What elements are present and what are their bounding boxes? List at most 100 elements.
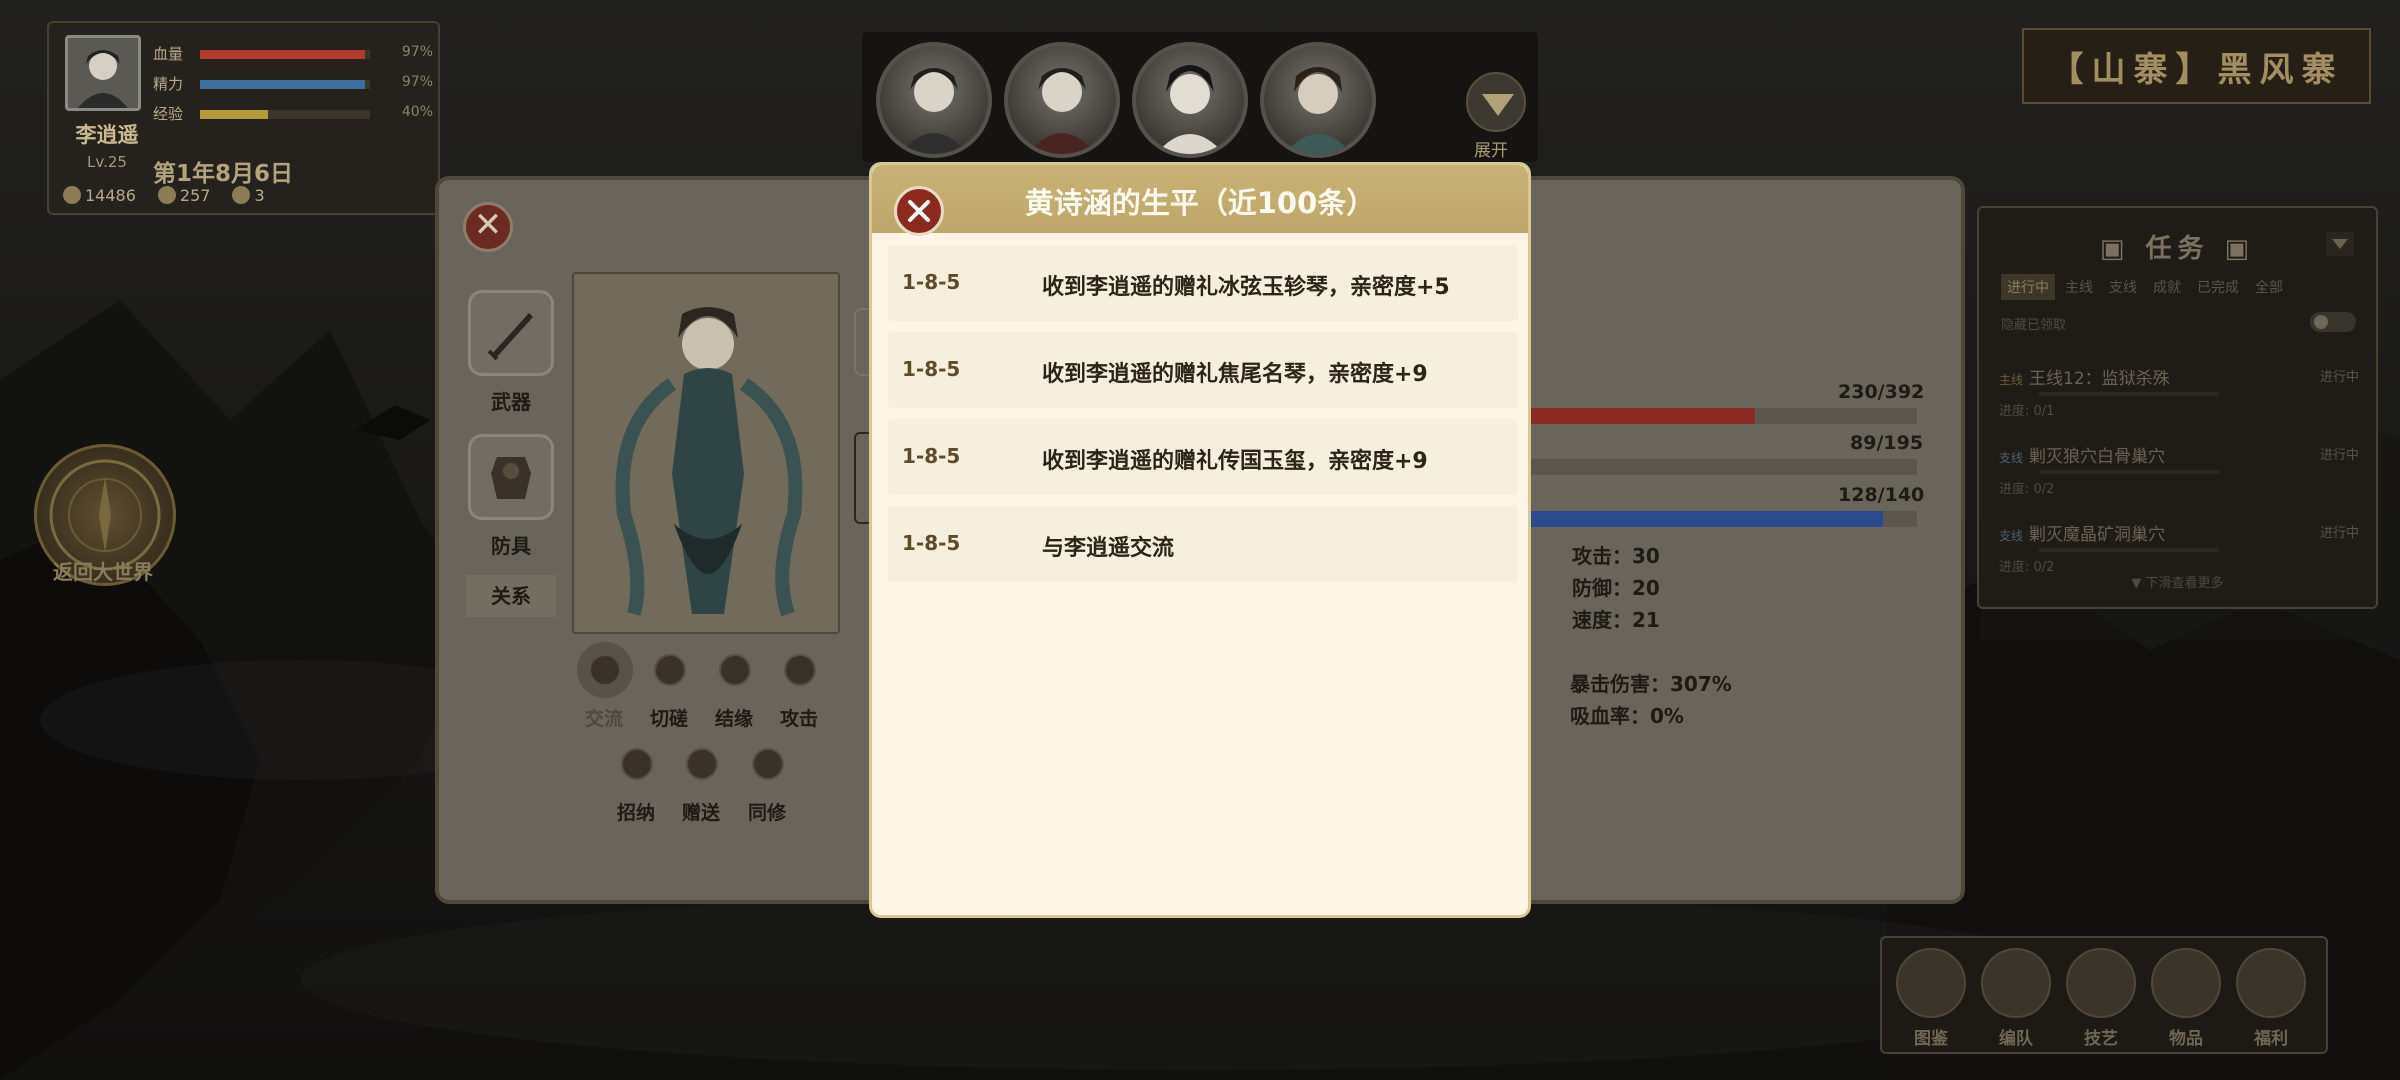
task-tabs: 进行中 主线 支线 成就 已完成 全部 [2001, 274, 2289, 300]
weapon-slot[interactable] [468, 290, 554, 376]
task-progress: 进度: 0/2 [1999, 482, 2055, 497]
lifesteal-attr-label: 吸血率： [1570, 704, 1650, 728]
task-item[interactable]: 支线 剿灭狼穴白骨巢穴 进行中 进度: 0/2 [1999, 442, 2359, 508]
bond-icon[interactable] [719, 654, 751, 686]
task-tab[interactable]: 进行中 [2001, 274, 2055, 300]
sword-icon [487, 313, 533, 361]
lifesteal-attr-value: 0% [1650, 704, 1684, 728]
expand-label: 展开 [1474, 141, 1508, 161]
exp-bar: 经验 40% [153, 103, 433, 125]
dialog-header: 黄诗涵的生平（近100条） [872, 165, 1528, 233]
action-gift-label[interactable]: 赠送 [682, 798, 720, 825]
task-tag: 主线 [1999, 373, 2024, 387]
crown-value: 3 [254, 186, 265, 205]
coin-value: 14486 [85, 186, 136, 205]
task-state: 进行中 [2319, 370, 2359, 385]
task-title-text: 任务 [2145, 234, 2210, 264]
mail-icon[interactable] [2236, 948, 2306, 1018]
crossed-swords-icon[interactable] [654, 654, 686, 686]
hp-bar: 血量 97% [153, 43, 433, 65]
hp-percent: 97% [401, 44, 433, 60]
gift-icon[interactable] [686, 748, 718, 780]
menu-items-label[interactable]: 物品 [2151, 1024, 2221, 1049]
scroll-more-hint[interactable]: ▼ 下滑查看更多 [1979, 572, 2376, 591]
companion-portrait[interactable] [1004, 42, 1120, 158]
attack-attribute: 攻击：30 [1572, 540, 1660, 569]
task-name: 王线12：监狱杀殊 [2029, 369, 2170, 389]
coin-resource: 14486 [63, 186, 136, 205]
defense-attr-value: 20 [1632, 576, 1660, 600]
mp-stat-bar [1525, 459, 1917, 475]
dialog-close-button[interactable] [894, 186, 944, 236]
task-tab[interactable]: 支线 [2103, 274, 2143, 300]
action-cultivate-label[interactable]: 同修 [748, 798, 786, 825]
event-date: 1-8-5 [902, 270, 961, 294]
task-progress-bar [2039, 548, 2219, 552]
menu-skill-label[interactable]: 技艺 [2066, 1024, 2136, 1049]
life-event-row: 1-8-5 收到李逍遥的赠礼传国玉玺，亲密度+9 [888, 419, 1518, 495]
task-state: 进行中 [2319, 448, 2359, 463]
menu-team-label[interactable]: 编队 [1981, 1024, 2051, 1049]
energy-bar: 精力 97% [153, 73, 433, 95]
armor-slot[interactable] [468, 434, 554, 520]
character-portrait [572, 272, 840, 634]
relation-tab[interactable]: 关系 [466, 575, 556, 617]
crown-icon [232, 186, 251, 204]
action-attack-label[interactable]: 攻击 [780, 704, 818, 731]
team-icon[interactable] [1981, 948, 2051, 1018]
expand-button[interactable] [1466, 72, 1526, 132]
hide-claimed-label: 隐藏已领取 [2001, 318, 2067, 333]
player-avatar[interactable] [65, 35, 141, 111]
task-tag: 支线 [1999, 529, 2024, 543]
task-title: ▣ 任务 ▣ [2099, 234, 2256, 264]
task-panel: ▣ 任务 ▣ 进行中 主线 支线 成就 已完成 全部 隐藏已领取 主线 王线12：… [1977, 206, 2378, 609]
menu-welfare-label[interactable]: 福利 [2236, 1024, 2306, 1049]
lifesteal-attribute: 吸血率：0% [1570, 700, 1684, 729]
task-tab[interactable]: 主线 [2059, 274, 2099, 300]
close-icon [908, 200, 930, 222]
action-bond-label[interactable]: 结缘 [715, 704, 753, 731]
event-text: 收到李逍遥的赠礼冰弦玉轸琴，亲密度+5 [1042, 275, 1450, 300]
chat-icon[interactable] [589, 654, 621, 686]
crit-damage-attribute: 暴击伤害：307% [1570, 668, 1732, 697]
companion-portrait[interactable] [1260, 42, 1376, 158]
companion-portrait[interactable] [1132, 42, 1248, 158]
stamina-stat-bar [1525, 511, 1917, 527]
task-progress-bar [2039, 470, 2219, 474]
event-text: 与李逍遥交流 [1042, 536, 1175, 561]
collapse-button[interactable] [2326, 232, 2354, 256]
hat-value: 257 [179, 186, 211, 205]
task-item[interactable]: 主线 王线12：监狱杀殊 进行中 进度: 0/1 [1999, 364, 2359, 430]
skill-icon[interactable] [2066, 948, 2136, 1018]
mp-stat-value: 89/195 [1850, 432, 1924, 454]
exp-fill [200, 110, 268, 119]
hide-claimed-toggle[interactable] [2310, 312, 2356, 332]
game-date: 第1年8月6日 [153, 161, 294, 187]
speed-attr-label: 速度： [1572, 608, 1632, 632]
task-tab[interactable]: 全部 [2249, 274, 2289, 300]
task-tab[interactable]: 已完成 [2191, 274, 2245, 300]
action-spar-label[interactable]: 切磋 [650, 704, 688, 731]
action-chat-label[interactable]: 交流 [585, 704, 623, 731]
player-status-card[interactable]: 李逍遥 Lv.25 血量 97% 精力 97% 经验 40% 第1年8月6日 1… [47, 21, 440, 215]
resource-row: 14486 257 3 [63, 186, 265, 205]
cultivate-icon[interactable] [752, 748, 784, 780]
life-events-dialog: 黄诗涵的生平（近100条） 1-8-5 收到李逍遥的赠礼冰弦玉轸琴，亲密度+5 … [869, 162, 1531, 918]
codex-icon[interactable] [1896, 948, 1966, 1018]
task-state: 进行中 [2319, 526, 2359, 541]
hat-icon [157, 186, 176, 204]
companion-portrait[interactable] [876, 42, 992, 158]
action-recruit-label[interactable]: 招纳 [617, 798, 655, 825]
crown-resource: 3 [232, 186, 265, 205]
attack-icon[interactable] [784, 654, 816, 686]
panel-close-button[interactable]: ✕ [463, 202, 513, 252]
armor-icon [491, 457, 531, 499]
hp-stat-bar [1525, 408, 1917, 424]
task-tab[interactable]: 成就 [2147, 274, 2187, 300]
event-date: 1-8-5 [902, 444, 961, 468]
bag-icon[interactable] [2151, 948, 2221, 1018]
recruit-icon[interactable] [621, 748, 653, 780]
hp-label: 血量 [153, 45, 184, 63]
task-progress: 进度: 0/1 [1999, 404, 2055, 419]
menu-codex-label[interactable]: 图鉴 [1896, 1024, 1966, 1049]
